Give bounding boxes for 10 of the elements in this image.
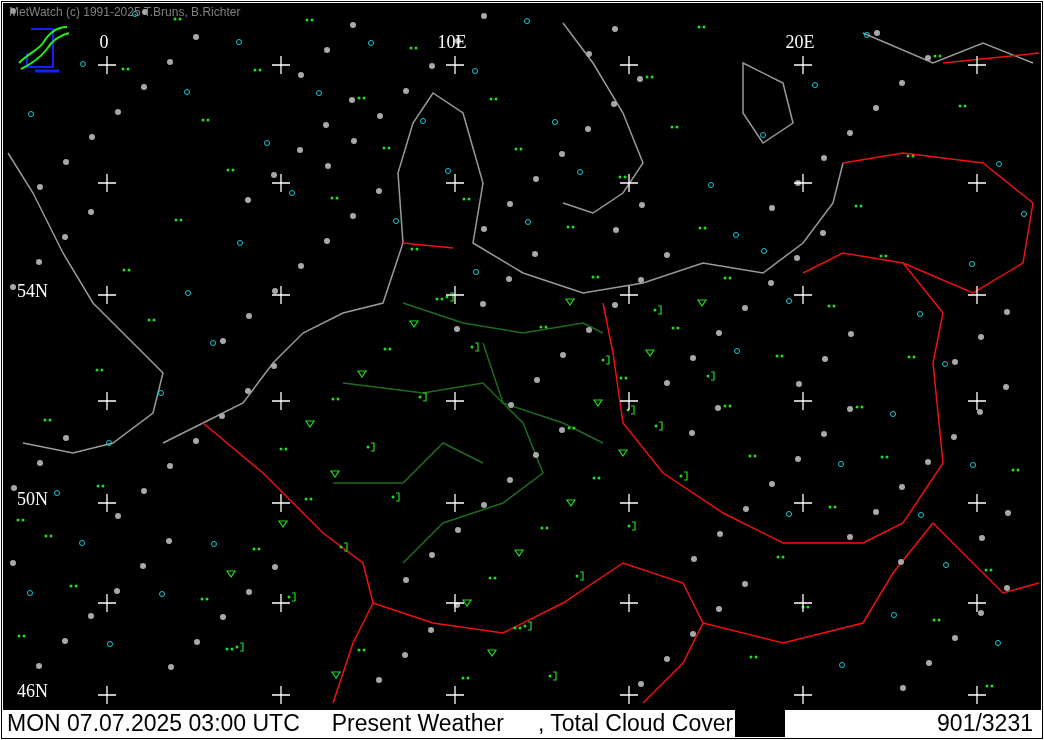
station-count: 901/3231	[937, 712, 1034, 735]
longitude-label: 20E	[785, 33, 815, 51]
datetime-text: MON 07.07.2025 03:00 UTC	[6, 712, 300, 735]
latitude-label: 50N	[17, 490, 48, 508]
overlay-text: , Total Cloud Cover	[537, 712, 734, 735]
latitude-label: 54N	[17, 282, 48, 300]
longitude-label: 10E	[437, 33, 467, 51]
latitude-label: 46N	[17, 682, 48, 700]
longitude-label: 0	[99, 33, 109, 51]
parameter-text: Present Weather	[331, 712, 504, 735]
